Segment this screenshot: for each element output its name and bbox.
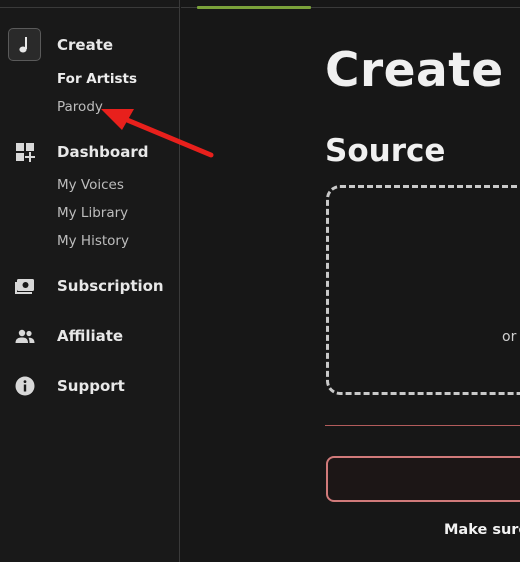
people-icon: [14, 325, 36, 347]
nav-dashboard[interactable]: Dashboard: [0, 134, 180, 170]
sidebar-item-my-voices[interactable]: My Voices: [57, 177, 124, 193]
source-heading: Source: [325, 133, 446, 169]
nav-create[interactable]: Create: [0, 27, 180, 63]
footnote-text: Make sure: [444, 522, 520, 538]
page-title: Create A: [325, 43, 520, 98]
sidebar-item-my-history[interactable]: My History: [57, 233, 129, 249]
sidebar: Create For Artists Parody Dashboard My V…: [0, 0, 180, 562]
nav-support[interactable]: Support: [0, 368, 180, 404]
dashboard-add-icon: [14, 141, 36, 163]
nav-subscription[interactable]: Subscription: [0, 268, 180, 304]
nav-dashboard-label: Dashboard: [57, 143, 149, 161]
section-divider: [325, 425, 520, 426]
progress-indicator: [197, 6, 311, 9]
nav-subscription-label: Subscription: [57, 277, 164, 295]
source-dropzone[interactable]: or: [326, 185, 520, 395]
main-content: Create A Source or Make sure: [181, 0, 520, 562]
nav-affiliate-label: Affiliate: [57, 327, 124, 345]
nav-affiliate[interactable]: Affiliate: [0, 318, 180, 354]
sidebar-item-for-artists[interactable]: For Artists: [57, 71, 137, 87]
nav-support-label: Support: [57, 377, 125, 395]
sidebar-item-my-library[interactable]: My Library: [57, 205, 128, 221]
dropzone-or-text: or: [502, 329, 517, 345]
url-input-field[interactable]: [326, 456, 520, 502]
sidebar-top-divider: [0, 7, 180, 8]
nav-create-label: Create: [57, 36, 114, 54]
sidebar-item-parody[interactable]: Parody: [57, 99, 103, 115]
info-icon: [14, 375, 36, 397]
subscription-icon: [14, 275, 36, 297]
